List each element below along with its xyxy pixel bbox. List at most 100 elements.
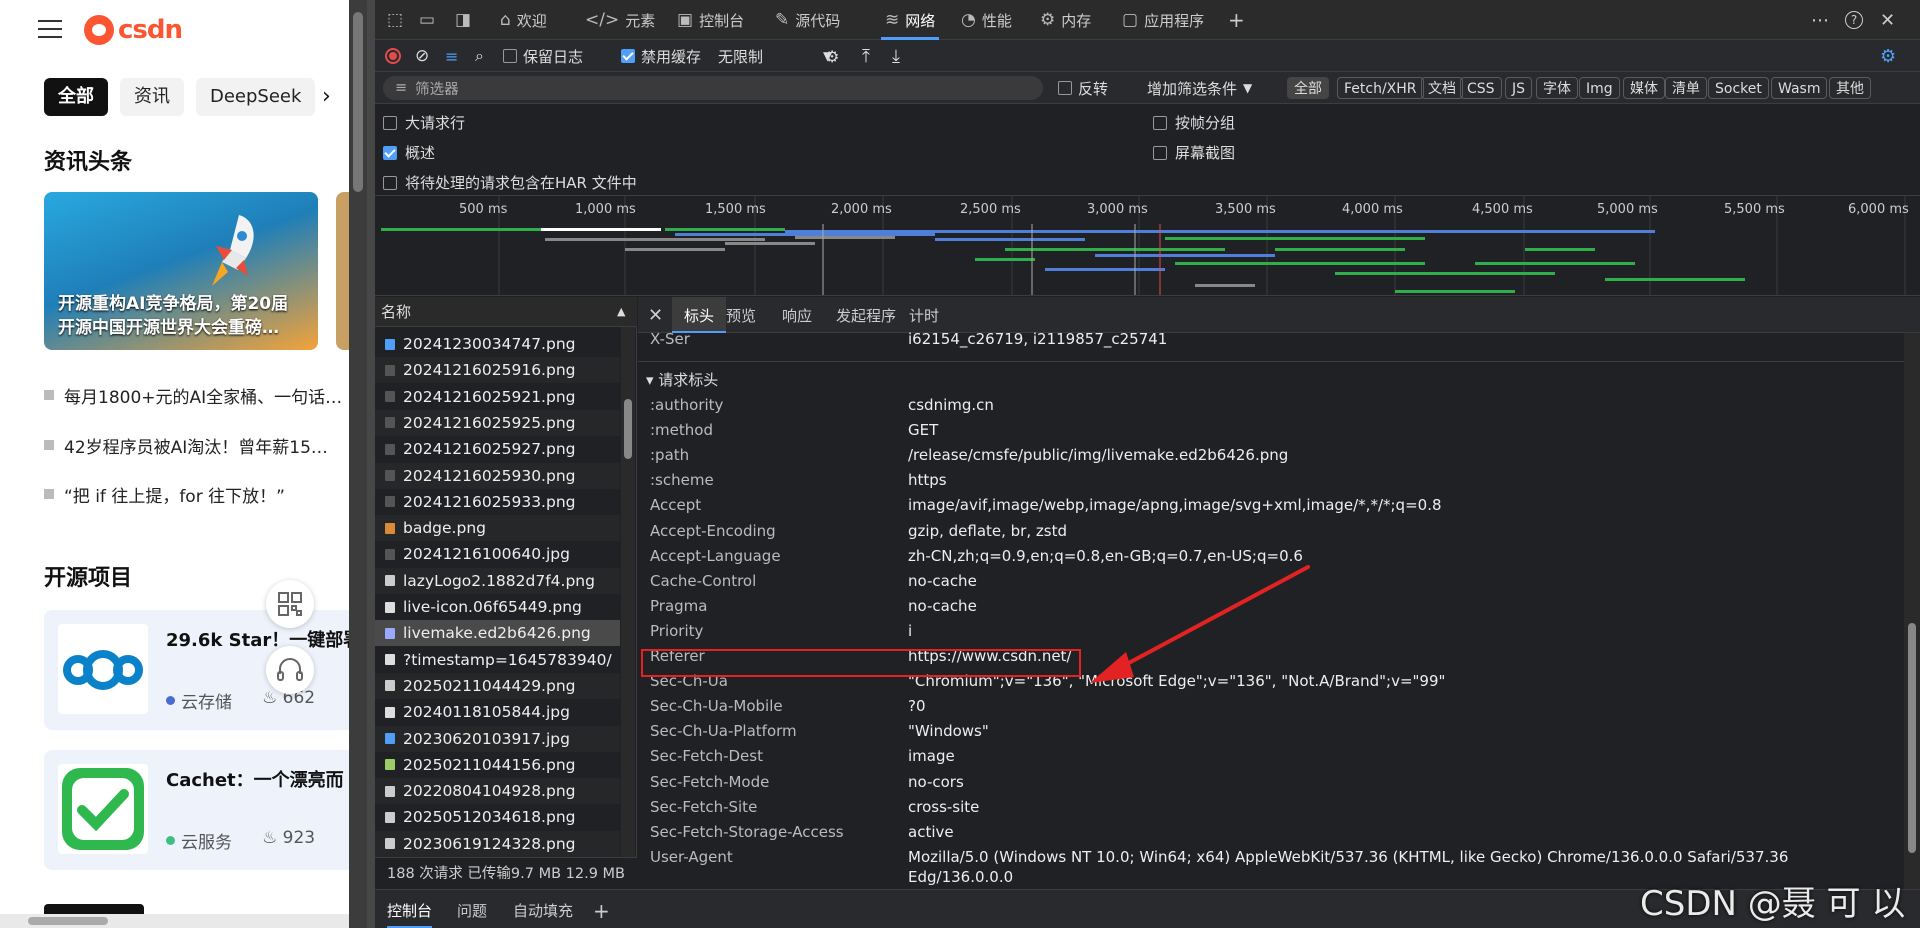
import-har-icon[interactable]: ⤒ — [862, 40, 870, 72]
request-row[interactable]: 20240118105844.jpg — [375, 699, 620, 725]
chip-wasm[interactable]: Wasm — [1771, 77, 1828, 99]
throttle-select[interactable]: 无限制 ▼ — [718, 40, 832, 72]
splitter[interactable] — [367, 0, 375, 928]
network-conditions-icon[interactable]: ⚙ — [825, 40, 839, 72]
tab-performance[interactable]: ◔ 性能 — [961, 0, 1012, 40]
csdn-logo[interactable]: csdn — [84, 14, 183, 46]
drawer-tab-autofill[interactable]: 自动填充 — [513, 890, 573, 928]
request-row[interactable]: 20241216025927.png — [375, 436, 620, 462]
filter-icon[interactable]: ≡ — [445, 40, 458, 72]
tab-sources[interactable]: ✎ 源代码 — [775, 0, 840, 40]
chip-img[interactable]: Img — [1579, 77, 1620, 99]
request-row[interactable]: 20241216025916.png — [375, 357, 620, 384]
invert-checkbox[interactable]: 反转 — [1058, 72, 1108, 104]
settings-icon[interactable]: ⚙ — [1880, 40, 1896, 72]
request-headers-section[interactable]: ▾ 请求标头 — [646, 369, 718, 390]
project-star-count: ♨ 923 — [262, 828, 316, 848]
chip-all[interactable]: 全部 — [1287, 77, 1329, 99]
network-overview-timeline[interactable]: 500 ms 1,000 ms 1,500 ms 2,000 ms 2,500 … — [375, 196, 1920, 296]
close-icon[interactable]: ✕ — [648, 297, 663, 333]
device-toolbar-icon[interactable]: ▭ — [419, 0, 435, 40]
request-row[interactable]: lazyLogo2.1882d7f4.png — [375, 567, 620, 594]
details-scrollbar[interactable] — [1904, 333, 1920, 889]
tab-console[interactable]: ▣ 控制台 — [677, 0, 744, 40]
close-icon[interactable]: ✕ — [1880, 0, 1895, 40]
preserve-log-checkbox[interactable]: 保留日志 — [503, 40, 583, 72]
export-har-icon[interactable]: ⤓ — [892, 40, 900, 72]
chip-doc[interactable]: 文档 — [1421, 77, 1463, 99]
request-row[interactable]: 20230619124328.png — [375, 830, 620, 857]
clear-icon[interactable]: ⊘ — [415, 40, 429, 72]
overview-checkbox[interactable]: 概述 — [383, 142, 435, 163]
tab-timing[interactable]: 计时 — [909, 297, 939, 333]
chip-js[interactable]: JS — [1505, 77, 1533, 99]
request-row[interactable]: 20250211044156.png — [375, 752, 620, 778]
tab-welcome[interactable]: ⌂ 欢迎 — [500, 0, 547, 40]
request-list-scrollbar[interactable] — [621, 327, 635, 857]
request-row[interactable]: 20250211044429.png — [375, 672, 620, 699]
request-row[interactable]: 20241230034747.png — [375, 331, 620, 357]
request-row[interactable]: 20230620103917.jpg — [375, 725, 620, 752]
filter-input[interactable]: ≡ 筛选器 — [383, 76, 1043, 100]
group-by-frame-checkbox[interactable]: 按帧分组 — [1153, 112, 1235, 133]
request-row[interactable]: 20250512034618.png — [375, 804, 620, 830]
tab-initiator[interactable]: 发起程序 — [836, 297, 896, 333]
help-icon[interactable]: ? — [1845, 0, 1863, 40]
disable-cache-checkbox[interactable]: 禁用缓存 — [621, 40, 701, 72]
record-icon[interactable] — [385, 40, 401, 72]
tab-headers[interactable]: 标头 — [672, 297, 727, 333]
chip-manifest[interactable]: 清单 — [1665, 77, 1707, 99]
har-checkbox[interactable]: 将待处理的请求包含在HAR 文件中 — [383, 172, 637, 193]
tab-network[interactable]: ≋ 网络 — [881, 0, 940, 40]
chip-css[interactable]: CSS — [1460, 77, 1502, 99]
menu-icon[interactable] — [38, 20, 62, 40]
news-item[interactable]: “把 if 往上提，for 往下放！” — [44, 479, 344, 509]
more-icon[interactable]: ⋯ — [1811, 0, 1829, 40]
tab-memory[interactable]: ⚙ 内存 — [1040, 0, 1091, 40]
search-icon[interactable]: ⌕ — [475, 40, 484, 72]
request-row[interactable]: ?timestamp=1645783940/ — [375, 647, 620, 673]
customer-service-button[interactable] — [266, 646, 314, 694]
request-row[interactable]: badge.png — [375, 515, 620, 542]
request-row[interactable]: 20241216025933.png — [375, 489, 620, 515]
news-item[interactable]: 每月1800+元的AI全家桶、一句话就让 — [44, 380, 344, 410]
drawer-tab-console[interactable]: 控制台 — [387, 890, 433, 928]
tab-response[interactable]: 响应 — [782, 297, 812, 333]
file-icon — [385, 654, 395, 666]
request-row[interactable]: 20241216025930.png — [375, 462, 620, 489]
tab-deepseek[interactable]: DeepSeek — [196, 78, 316, 116]
tab-elements[interactable]: </> 元素 — [585, 0, 655, 40]
screenshots-checkbox[interactable]: 屏幕截图 — [1153, 142, 1235, 163]
tab-news[interactable]: 资讯 — [120, 78, 184, 116]
request-row[interactable]: 20241216025925.png — [375, 409, 620, 436]
chip-other[interactable]: 其他 — [1829, 77, 1871, 99]
project-card[interactable]: Cachet：一个漂亮而 云服务 ♨ 923 — [44, 750, 349, 870]
chip-socket[interactable]: Socket — [1708, 77, 1769, 99]
inspect-icon[interactable]: ⬚ — [387, 0, 403, 40]
request-row[interactable]: 20241216100640.jpg — [375, 541, 620, 567]
drawer-tab-issues[interactable]: 问题 — [457, 890, 487, 928]
tab-application[interactable]: ▢ 应用程序 — [1122, 0, 1204, 40]
chip-font[interactable]: 字体 — [1536, 77, 1578, 99]
add-tab-icon[interactable]: + — [1228, 0, 1245, 40]
headline-card[interactable]: 开源重构AI竞争格局，第20届 开源中国开源世界大会重磅… — [44, 192, 318, 350]
chip-fetch-xhr[interactable]: Fetch/XHR — [1337, 77, 1424, 99]
chevron-right-icon[interactable]: › — [322, 84, 331, 109]
headline-card-next[interactable] — [336, 192, 349, 350]
column-header-name[interactable]: 名称 ▲ — [375, 297, 637, 327]
big-rows-checkbox[interactable]: 大请求行 — [383, 112, 465, 133]
request-row[interactable]: live-icon.06f65449.png — [375, 594, 620, 620]
request-row[interactable]: livemake.ed2b6426.png — [375, 620, 620, 647]
chip-media[interactable]: 媒体 — [1623, 77, 1665, 99]
page-scrollbar[interactable] — [349, 0, 367, 928]
tab-preview[interactable]: 预览 — [726, 297, 756, 333]
more-filters-dropdown[interactable]: 增加筛选条件 ▼ — [1147, 72, 1252, 104]
request-row[interactable]: 20241216025921.png — [375, 384, 620, 410]
dock-icon[interactable]: ◨ — [455, 0, 471, 40]
qrcode-button[interactable] — [266, 580, 314, 628]
tab-all[interactable]: 全部 — [44, 78, 108, 116]
horizontal-scrollbar[interactable] — [0, 914, 349, 928]
request-row[interactable]: 20220804104928.png — [375, 778, 620, 805]
add-drawer-tab-icon[interactable]: + — [593, 890, 610, 928]
news-item[interactable]: 42岁程序员被AI淘汰！曾年薪15万美元 — [44, 430, 344, 460]
